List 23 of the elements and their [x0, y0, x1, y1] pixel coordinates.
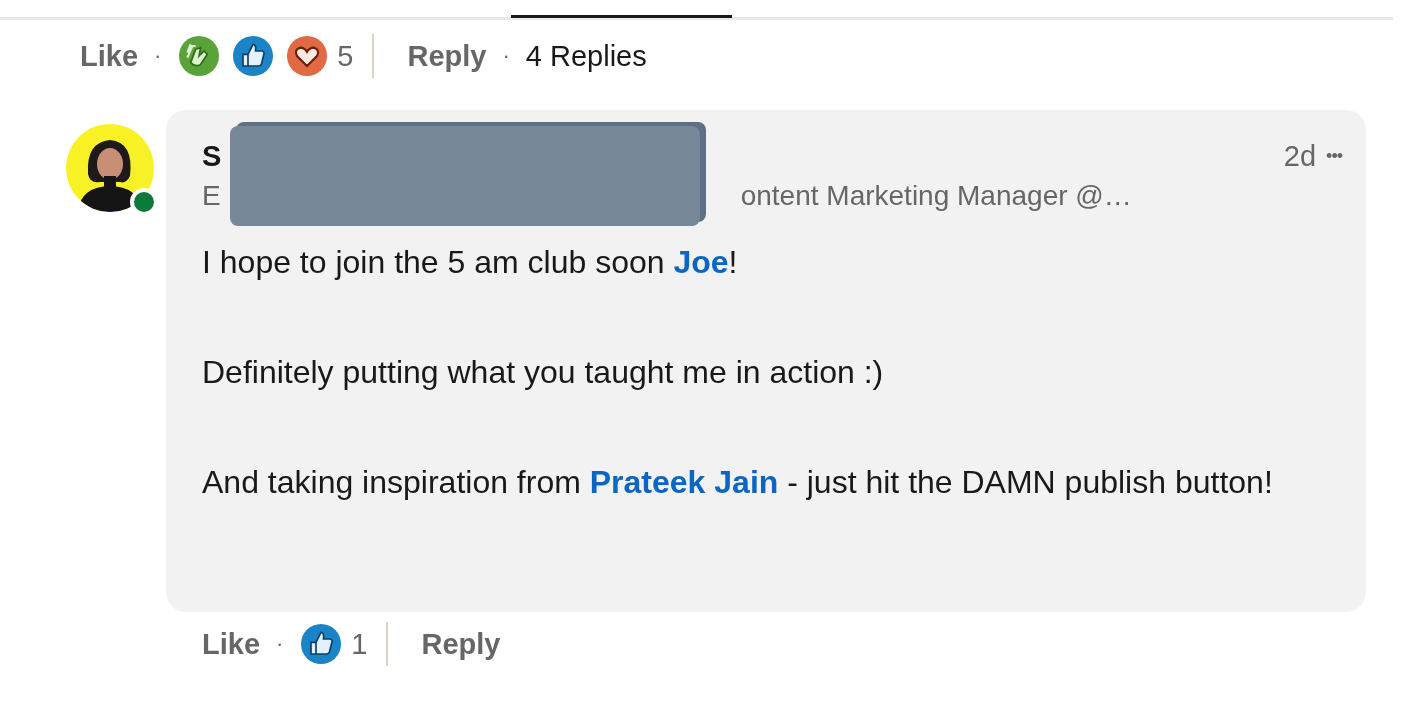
like-button[interactable]: Like: [202, 627, 261, 661]
mention-link[interactable]: Joe: [673, 244, 729, 280]
replies-link[interactable]: 4 Replies: [525, 39, 647, 73]
thumbs-up-icon: [301, 624, 342, 664]
reaction-count[interactable]: 5: [337, 39, 354, 73]
separator-dot: ·: [154, 43, 162, 69]
author-headline: ontent Marketing Manager @…: [740, 179, 1132, 213]
reply-button[interactable]: Reply: [421, 627, 501, 661]
reaction-count[interactable]: 1: [351, 627, 368, 661]
timestamp: 2d: [1283, 139, 1317, 174]
separator-dot: ·: [276, 631, 284, 657]
author-headline: E: [202, 179, 221, 213]
more-button[interactable]: •••: [1326, 136, 1342, 176]
thumbs-up-icon: [233, 36, 274, 76]
comment-text: And taking inspiration from Prateek Jain - just hit the DAMN publish button!: [202, 463, 1274, 502]
separator-dot: ·: [502, 43, 510, 69]
clapping-hands-icon: [179, 36, 220, 76]
mention-link[interactable]: Prateek Jain: [589, 464, 779, 500]
like-button[interactable]: Like: [80, 39, 139, 73]
reply-button[interactable]: Reply: [407, 39, 487, 73]
comment-text: I hope to join the 5 am club soon Joe!: [202, 243, 739, 282]
comment-text: Definitely putting what you taught me in action :): [202, 353, 885, 392]
author-name[interactable]: S: [202, 136, 222, 176]
